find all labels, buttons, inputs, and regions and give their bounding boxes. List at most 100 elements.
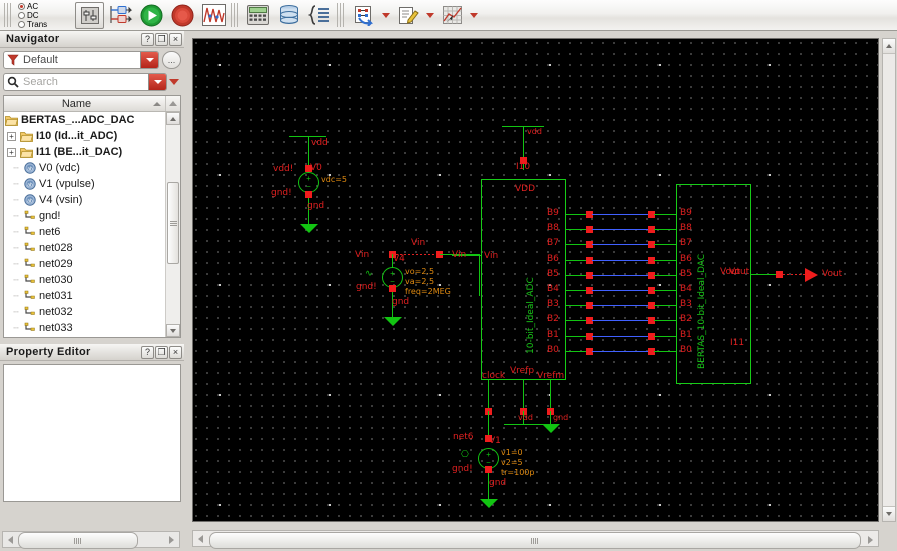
canvas-scroll-right-button[interactable]: [863, 532, 878, 547]
bus-wire-b1[interactable]: [592, 335, 651, 337]
property-editor-float-button[interactable]: ❐: [155, 345, 168, 359]
navigator-float-button[interactable]: ❐: [155, 32, 168, 46]
bus-wire-b3[interactable]: [592, 305, 651, 307]
v4-param-va[interactable]: va=2.5: [405, 277, 434, 286]
tree-item-net028[interactable]: ┄ net028: [4, 240, 166, 256]
v1-param-tr[interactable]: tr=100p: [501, 468, 534, 477]
canvas-scroll-down-button[interactable]: [883, 506, 895, 521]
calculator-button[interactable]: [243, 2, 272, 29]
vout-net-pin[interactable]: [776, 271, 783, 278]
dac-in-wire-b4[interactable]: [654, 290, 677, 291]
import-netlist-button[interactable]: [349, 2, 378, 29]
tree-item-net031[interactable]: ┄ net031: [4, 288, 166, 304]
vout-output-port-arrow[interactable]: [805, 268, 818, 282]
tree-item-v0-vdc-[interactable]: ┄ ab V0 (vdc): [4, 160, 166, 176]
tree-scroll-thumb[interactable]: [167, 182, 179, 264]
dac-in-wire-b5[interactable]: [654, 274, 677, 276]
search-combobox[interactable]: Search: [3, 72, 167, 91]
adc-vrefp-wire[interactable]: [523, 380, 524, 411]
tree-header-corner-button[interactable]: [165, 96, 180, 111]
search-input[interactable]: Search: [22, 76, 148, 88]
clock-to-v1-wire[interactable]: [488, 411, 489, 438]
bus-wire-b0[interactable]: [592, 350, 651, 352]
bus-wire-b7[interactable]: [592, 244, 651, 246]
dac-in-wire-b1[interactable]: [654, 335, 677, 337]
left-scroll-track[interactable]: [18, 532, 164, 549]
schematic-canvas[interactable]: vdd vdd! V0 + − vdc=5 gnd! gnd Vin Vin V4: [192, 38, 879, 522]
bus-wire-b9[interactable]: [592, 214, 651, 215]
analysis-mode-trans[interactable]: Trans: [18, 20, 74, 29]
analysis-mode-ac[interactable]: AC: [18, 2, 74, 11]
stop-simulation-button[interactable]: [168, 2, 197, 29]
filter-combobox[interactable]: Default: [3, 51, 159, 69]
toolbar-grip[interactable]: [4, 3, 13, 27]
tree-item-bertas-adc-dac[interactable]: BERTAS_...ADC_DAC: [4, 112, 166, 128]
bus-wire-b2[interactable]: [592, 320, 651, 322]
dac-in-wire-b3[interactable]: [654, 305, 677, 307]
dac-in-wire-b8[interactable]: [654, 229, 677, 231]
analysis-mode-dc[interactable]: DC: [18, 11, 74, 20]
analysis-mode-radio-group[interactable]: AC DC Trans: [16, 1, 74, 30]
tree-item-net030[interactable]: ┄ net030: [4, 272, 166, 288]
left-scroll-thumb[interactable]: [18, 532, 138, 549]
dac-in-wire-b2[interactable]: [654, 320, 677, 322]
adc-vrefm-wire[interactable]: [550, 380, 551, 411]
property-editor-help-button[interactable]: ?: [141, 345, 154, 359]
tree-scroll-up-button[interactable]: [166, 112, 180, 125]
tree-item-i10-id-it-adc-[interactable]: + I10 (Id...it_ADC): [4, 128, 166, 144]
v4-param-freq[interactable]: freq=2MEG: [405, 287, 451, 296]
v4-negative-pin[interactable]: [389, 285, 396, 292]
edit-document-button[interactable]: [393, 2, 422, 29]
simulation-settings-button[interactable]: [75, 1, 104, 29]
tree-item-net029[interactable]: ┄ net029: [4, 256, 166, 272]
dac-in-wire-b0[interactable]: [654, 350, 677, 352]
left-dock-horizontal-scrollbar[interactable]: [2, 531, 180, 549]
adc-clock-wire[interactable]: [488, 380, 489, 411]
dac-vout-wire[interactable]: [751, 274, 779, 275]
v0-negative-pin[interactable]: [305, 191, 312, 198]
tree-expander-icon[interactable]: +: [7, 147, 16, 157]
filter-dropdown-button[interactable]: [140, 52, 158, 68]
navigator-help-button[interactable]: ?: [141, 32, 154, 46]
vin-vertical-wire[interactable]: [479, 254, 480, 296]
canvas-horizontal-scrollbar[interactable]: [192, 530, 879, 549]
v4-top-wire[interactable]: [392, 254, 393, 268]
v0-param-vdc[interactable]: vdc=5: [321, 175, 347, 184]
v1-param-v1[interactable]: v1=0: [501, 448, 523, 457]
edit-document-dropdown[interactable]: [423, 3, 436, 28]
tree-item-i11-be-it-dac-[interactable]: + I11 (BE...it_DAC): [4, 144, 166, 160]
tree-vertical-scrollbar[interactable]: [165, 112, 180, 337]
run-simulation-button[interactable]: [137, 2, 166, 29]
dac-in-wire-b6[interactable]: [654, 259, 677, 261]
results-database-button[interactable]: [274, 2, 303, 29]
canvas-scroll-up-button[interactable]: [883, 39, 895, 54]
tree-item-v1-vpulse-[interactable]: ┄ ab V1 (vpulse): [4, 176, 166, 192]
vrefm-down-wire[interactable]: [550, 411, 551, 424]
bus-wire-b6[interactable]: [592, 259, 651, 261]
dac-in-wire-b7[interactable]: [654, 244, 677, 246]
left-scroll-left-button[interactable]: [3, 532, 18, 547]
sort-ascending-icon[interactable]: [149, 101, 165, 106]
navigator-close-button[interactable]: ×: [169, 32, 182, 46]
search-dropdown-button[interactable]: [148, 73, 166, 90]
plot-select-dropdown[interactable]: [467, 3, 480, 28]
plot-select-button[interactable]: [437, 2, 466, 29]
property-editor-content[interactable]: [3, 364, 181, 502]
canvas-vertical-scrollbar[interactable]: [882, 38, 896, 522]
tree-item-net6[interactable]: ┄ net6: [4, 224, 166, 240]
tree-item-net033[interactable]: ┄ net033: [4, 320, 166, 336]
v1-param-v2[interactable]: v2=5: [501, 458, 523, 467]
bus-wire-b4[interactable]: [592, 290, 651, 291]
create-netlist-button[interactable]: [106, 2, 135, 29]
tree-expander-icon[interactable]: +: [7, 131, 16, 141]
v4-param-vo[interactable]: vo=2.5: [405, 267, 434, 276]
search-options-button[interactable]: [167, 73, 181, 91]
tree-scroll-down-button[interactable]: [166, 324, 180, 337]
filter-more-button[interactable]: ...: [162, 51, 181, 69]
dac-in-wire-b9[interactable]: [654, 214, 677, 215]
v1-negative-pin[interactable]: [485, 466, 492, 473]
tree-rows[interactable]: BERTAS_...ADC_DAC + I10 (Id...it_ADC) + I11 …: [4, 112, 166, 337]
expressions-button[interactable]: [305, 2, 334, 29]
tree-item-gnd-[interactable]: ┄ gnd!: [4, 208, 166, 224]
tree-column-name-header[interactable]: Name: [4, 98, 149, 110]
